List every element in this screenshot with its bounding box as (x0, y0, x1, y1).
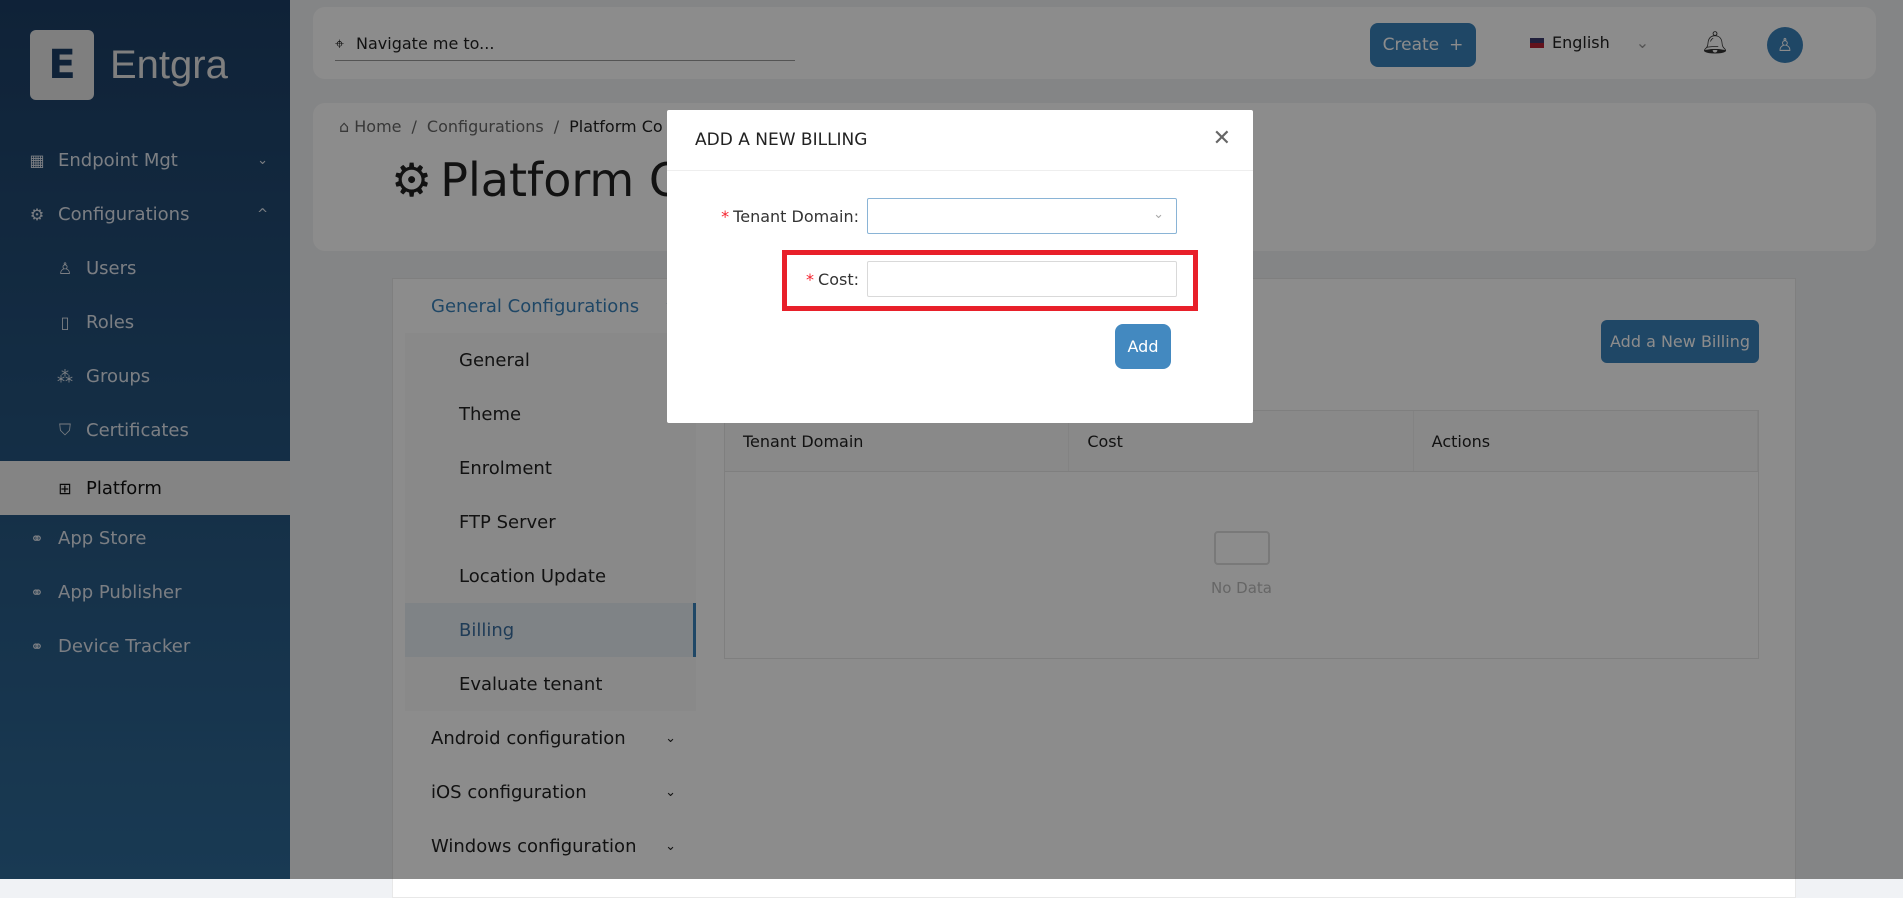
close-icon[interactable]: ✕ (1213, 126, 1231, 151)
colon: : (853, 206, 859, 226)
tenant-domain-select[interactable]: ⌄ (867, 198, 1177, 234)
add-button[interactable]: Add (1115, 324, 1171, 369)
tenant-domain-row: * Tenant Domain: ⌄ (667, 198, 1177, 234)
cost-field-highlight (782, 250, 1198, 311)
tenant-domain-label: * Tenant Domain: (667, 207, 867, 226)
modal-title: ADD A NEW BILLING (667, 110, 1253, 171)
required-mark: * (721, 206, 730, 226)
chevron-down-icon: ⌄ (1153, 207, 1164, 222)
label-text: Tenant Domain (733, 206, 854, 226)
